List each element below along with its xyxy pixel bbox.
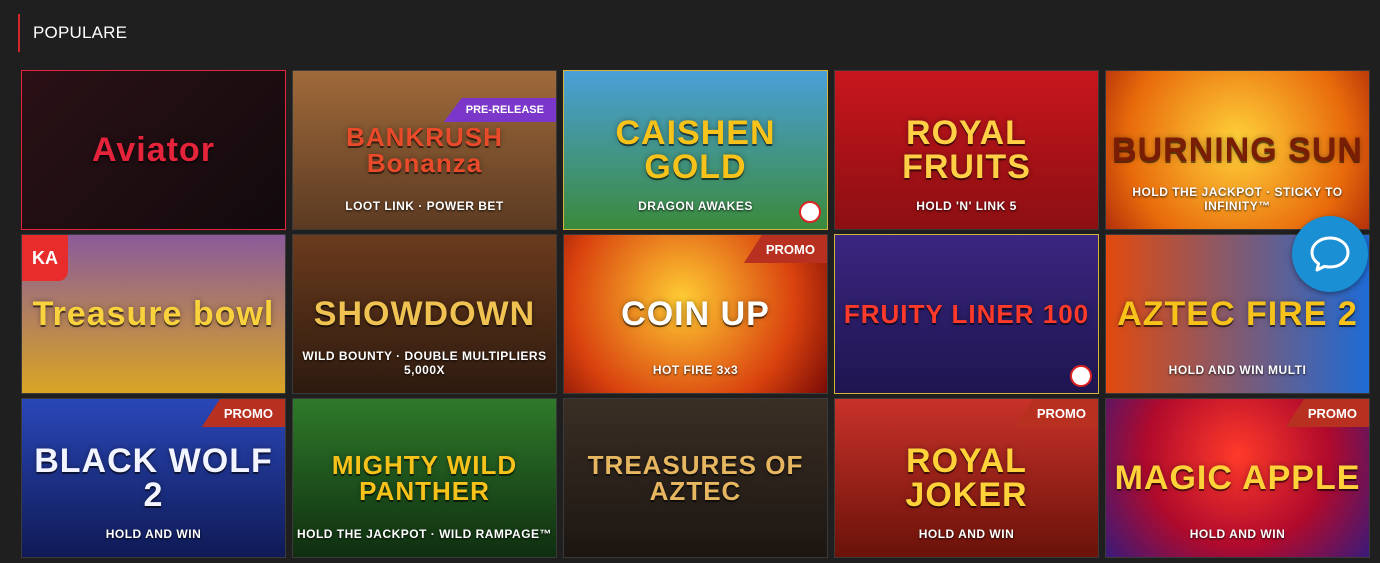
- game-title: COIN UP: [621, 295, 770, 333]
- game-title: BURNING SUN: [1112, 131, 1363, 169]
- game-title: TREASURES OF AZTEC: [587, 450, 804, 506]
- game-subtitle: HOLD AND WIN: [918, 527, 1015, 541]
- provider-logo: KA: [22, 235, 68, 281]
- game-subtitle: DRAGON AWAKES: [638, 199, 753, 213]
- game-tile[interactable]: CAISHEN GOLD DRAGON AWAKES: [563, 70, 828, 230]
- game-title: SHOWDOWN: [313, 295, 536, 333]
- chat-button[interactable]: [1292, 216, 1368, 292]
- promo-badge: PROMO: [1285, 399, 1369, 427]
- promo-badge: PROMO: [201, 399, 285, 427]
- game-title: MAGIC APPLE: [1114, 459, 1361, 497]
- game-tile[interactable]: COIN UP HOT FIRE 3x3 PROMO: [563, 234, 828, 394]
- game-subtitle: HOLD AND WIN: [105, 527, 202, 541]
- promo-badge: PROMO: [743, 235, 827, 263]
- game-subtitle: HOLD AND WIN: [1189, 527, 1286, 541]
- game-title: FRUITY LINER 100: [843, 299, 1090, 329]
- game-subtitle: HOLD THE JACKPOT · WILD RAMPAGE™: [296, 527, 553, 541]
- game-title: MIGHTY WILD PANTHER: [331, 450, 518, 506]
- game-tile[interactable]: Treasure bowl KA: [21, 234, 286, 394]
- game-subtitle: WILD BOUNTY · DOUBLE MULTIPLIERS 5,000X: [302, 349, 547, 377]
- promo-badge: PROMO: [1014, 399, 1098, 427]
- game-tile[interactable]: BANKRUSH Bonanza LOOT LINK · POWER BET PRE…: [292, 70, 557, 230]
- game-tile[interactable]: ROYAL FRUITS HOLD 'N' LINK 5: [834, 70, 1099, 230]
- provider-chip-icon: [799, 201, 821, 223]
- game-subtitle: HOLD THE JACKPOT · STICKY TO INFINITY™: [1132, 185, 1343, 213]
- chat-bubble-icon: [1310, 236, 1350, 272]
- pre-release-badge: PRE-RELEASE: [443, 98, 556, 122]
- game-subtitle: LOOT LINK · POWER BET: [345, 199, 504, 213]
- game-tile[interactable]: ROYAL JOKER HOLD AND WIN PROMO: [834, 398, 1099, 558]
- game-title: Treasure bowl: [32, 295, 275, 333]
- game-title: CAISHEN GOLD: [615, 114, 776, 186]
- game-tile[interactable]: MIGHTY WILD PANTHER HOLD THE JACKPOT · WI…: [292, 398, 557, 558]
- game-subtitle: HOT FIRE 3x3: [652, 363, 739, 377]
- game-tile[interactable]: TREASURES OF AZTEC: [563, 398, 828, 558]
- game-tile[interactable]: BURNING SUN HOLD THE JACKPOT · STICKY TO …: [1105, 70, 1370, 230]
- game-tile[interactable]: BLACK WOLF 2 HOLD AND WIN PROMO: [21, 398, 286, 558]
- game-tile[interactable]: SHOWDOWN WILD BOUNTY · DOUBLE MULTIPLIERS…: [292, 234, 557, 394]
- games-grid: Aviator BANKRUSH Bonanza LOOT LINK · POWER…: [21, 70, 1370, 558]
- game-title: ROYAL FRUITS: [902, 114, 1031, 186]
- section-title: POPULARE: [33, 23, 128, 42]
- game-title: BANKRUSH Bonanza: [346, 122, 503, 178]
- game-subtitle: HOLD AND WIN MULTI: [1168, 363, 1307, 377]
- game-title: Aviator: [92, 131, 215, 169]
- provider-chip-icon: [1070, 365, 1092, 387]
- game-subtitle: HOLD 'N' LINK 5: [916, 199, 1017, 213]
- game-tile[interactable]: FRUITY LINER 100: [834, 234, 1099, 394]
- section-header: POPULARE: [18, 14, 127, 52]
- game-title: BLACK WOLF 2: [34, 442, 273, 514]
- game-title: AZTEC FIRE 2: [1117, 295, 1358, 333]
- game-title: ROYAL JOKER: [905, 442, 1028, 514]
- game-tile[interactable]: MAGIC APPLE HOLD AND WIN PROMO: [1105, 398, 1370, 558]
- game-tile[interactable]: Aviator: [21, 70, 286, 230]
